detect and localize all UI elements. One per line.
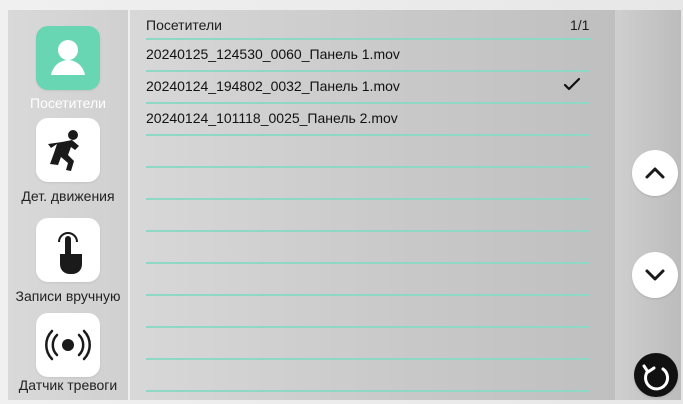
list-item[interactable] xyxy=(130,328,600,360)
chevron-up-icon xyxy=(645,167,665,179)
alarm-sensor-tile[interactable] xyxy=(36,313,100,377)
recording-filename: 20240124_194802_0032_Панель 1.mov xyxy=(146,78,400,94)
list-item[interactable] xyxy=(130,200,600,232)
sidebar-item-motion[interactable]: Дет. движения xyxy=(8,110,128,210)
chevron-down-icon xyxy=(645,269,665,281)
list-item[interactable] xyxy=(130,168,600,200)
list-item[interactable] xyxy=(130,136,600,168)
sidebar-item-label: Записи вручную xyxy=(15,288,121,304)
checkmark-icon xyxy=(563,77,581,91)
list-item[interactable] xyxy=(130,232,600,264)
recordings-list: 20240125_124530_0060_Панель 1.mov 202401… xyxy=(130,40,615,400)
recording-filename: 20240124_101118_0025_Панель 2.mov xyxy=(146,110,398,126)
sidebar-item-label: Посетители xyxy=(30,95,106,111)
return-icon xyxy=(642,364,670,391)
recording-filename: 20240125_124530_0060_Панель 1.mov xyxy=(146,46,400,62)
list-item[interactable] xyxy=(130,264,600,296)
list-item[interactable]: 20240124_101118_0025_Панель 2.mov xyxy=(130,104,600,136)
list-item[interactable] xyxy=(130,296,600,328)
manual-records-tile[interactable] xyxy=(36,218,100,282)
sidebar-item-manual-records[interactable]: Записи вручную xyxy=(8,210,128,310)
row-divider xyxy=(146,390,590,392)
list-header: Посетители 1/1 xyxy=(130,10,615,40)
page-title: Посетители xyxy=(146,17,222,33)
sidebar-item-label: Дет. движения xyxy=(21,188,115,204)
sidebar-item-label: Датчик тревоги xyxy=(18,377,118,393)
page-indicator: 1/1 xyxy=(570,17,590,33)
scroll-down-button[interactable] xyxy=(632,252,678,298)
user-icon xyxy=(51,40,85,75)
hand-touch-icon xyxy=(58,232,82,274)
controls-panel xyxy=(615,10,681,400)
list-item[interactable] xyxy=(130,360,600,392)
back-button[interactable] xyxy=(634,353,678,397)
scroll-up-button[interactable] xyxy=(632,150,678,196)
sidebar-item-alarm-sensor[interactable]: Датчик тревоги xyxy=(8,305,128,400)
motion-tile[interactable] xyxy=(36,118,100,182)
sidebar-item-visitors[interactable]: Посетители xyxy=(8,10,128,111)
list-item[interactable]: 20240124_194802_0032_Панель 1.mov xyxy=(130,72,600,104)
visitors-tile[interactable] xyxy=(36,26,100,90)
alarm-signal-icon xyxy=(45,329,91,361)
list-item[interactable]: 20240125_124530_0060_Панель 1.mov xyxy=(130,40,600,72)
running-person-icon xyxy=(48,130,79,171)
